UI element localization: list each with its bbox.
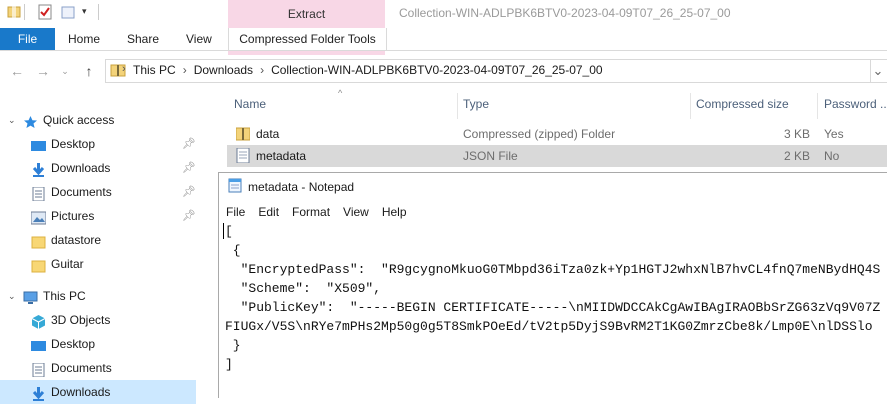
menu-help[interactable]: Help	[382, 205, 407, 219]
tab-home[interactable]: Home	[68, 28, 100, 50]
column-header-compressed-size[interactable]: Compressed size	[696, 97, 789, 111]
file-type: Compressed (zipped) Folder	[463, 127, 616, 141]
documents-icon	[31, 361, 46, 378]
folder-icon[interactable]	[6, 4, 22, 20]
chevron-down-icon[interactable]: ⌄	[8, 108, 16, 132]
notepad-text-area[interactable]: [ { "EncryptedPass": "R9gcygnoMkuoG0TMbp…	[222, 220, 887, 397]
menu-view[interactable]: View	[343, 205, 369, 219]
star-icon	[23, 113, 38, 128]
sidebar-item-this-pc[interactable]: ⌄ This PC	[0, 284, 196, 308]
new-folder-icon[interactable]	[60, 4, 76, 20]
chevron-down-icon[interactable]: ⌄	[8, 284, 16, 308]
notepad-menu-bar: File Edit Format View Help	[226, 205, 420, 219]
sidebar-item-desktop[interactable]: Desktop 📌︎	[0, 132, 196, 156]
sidebar-item-guitar[interactable]: Guitar	[0, 252, 196, 276]
folder-icon	[31, 257, 46, 273]
text-caret	[223, 223, 224, 239]
download-icon	[31, 161, 46, 177]
sidebar-item-datastore[interactable]: datastore	[0, 228, 196, 252]
file-size: 3 KB	[783, 127, 810, 141]
tab-compressed-folder-tools[interactable]: Compressed Folder Tools	[228, 28, 387, 50]
pin-icon[interactable]: 📌︎	[182, 156, 196, 180]
file-password: Yes	[824, 127, 844, 141]
breadcrumb-collection[interactable]: Collection-WIN-ADLPBK6BTV0-2023-04-09T07…	[271, 63, 603, 77]
json-file-icon	[236, 147, 250, 166]
column-header-name[interactable]: Name	[234, 97, 266, 111]
breadcrumb-chevron-icon[interactable]: ›	[122, 63, 126, 75]
properties-icon[interactable]	[37, 4, 53, 20]
breadcrumb-downloads[interactable]: Downloads	[194, 63, 253, 77]
column-header-password[interactable]: Password ...	[824, 97, 887, 111]
tab-view[interactable]: View	[186, 28, 212, 50]
menu-format[interactable]: Format	[292, 205, 330, 219]
folder-icon	[31, 233, 46, 249]
desktop-icon	[31, 337, 46, 351]
sort-ascending-icon: ^	[338, 88, 343, 98]
sidebar-item-downloads-pc[interactable]: Downloads	[0, 380, 196, 404]
divider	[24, 4, 25, 20]
breadcrumb-chevron-icon[interactable]: ›	[260, 63, 264, 77]
sidebar-item-quick-access[interactable]: ⌄ Quick access	[0, 108, 196, 132]
divider	[98, 4, 99, 20]
sidebar-item-downloads[interactable]: Downloads 📌︎	[0, 156, 196, 180]
window-title: Collection-WIN-ADLPBK6BTV0-2023-04-09T07…	[399, 6, 731, 20]
file-name: metadata	[256, 149, 307, 163]
column-divider[interactable]	[457, 93, 458, 119]
file-password: No	[824, 149, 840, 163]
zip-folder-icon	[235, 126, 251, 144]
breadcrumb: This PC › Downloads › Collection-WIN-ADLPBK6…	[133, 63, 603, 77]
breadcrumb-chevron-icon[interactable]: ›	[183, 63, 187, 77]
recent-locations-chevron-icon[interactable]: ⌄	[56, 62, 74, 80]
file-name: data	[256, 127, 280, 141]
column-header-type[interactable]: Type	[463, 97, 489, 111]
file-type: JSON File	[463, 149, 518, 163]
pin-icon[interactable]: 📌︎	[182, 180, 196, 204]
computer-icon	[23, 289, 38, 304]
pictures-icon	[30, 209, 47, 225]
notepad-content[interactable]: [ { "EncryptedPass": "R9gcygnoMkuoG0TMbp…	[225, 222, 880, 374]
documents-icon	[31, 185, 46, 202]
pin-icon[interactable]: 📌︎	[182, 204, 196, 228]
column-divider[interactable]	[690, 93, 691, 119]
notepad-icon	[228, 178, 242, 196]
forward-arrow-icon[interactable]: →	[34, 62, 52, 80]
cube-icon	[31, 313, 46, 329]
tab-share[interactable]: Share	[127, 28, 159, 50]
address-dropdown-icon[interactable]: ⌄	[869, 59, 887, 83]
customize-quick-access-icon[interactable]: ▾	[82, 6, 87, 17]
notepad-title: metadata - Notepad	[248, 180, 355, 194]
sidebar-item-desktop-pc[interactable]: Desktop	[0, 332, 196, 356]
sidebar-item-3d-objects[interactable]: 3D Objects	[0, 308, 196, 332]
sidebar-item-documents[interactable]: Documents 📌︎	[0, 180, 196, 204]
file-size: 2 KB	[783, 149, 810, 163]
desktop-icon	[31, 137, 46, 151]
back-arrow-icon[interactable]: ←	[8, 62, 26, 80]
breadcrumb-this-pc[interactable]: This PC	[133, 63, 176, 77]
sidebar-item-documents-pc[interactable]: Documents	[0, 356, 196, 380]
sidebar-item-pictures[interactable]: Pictures 📌︎	[0, 204, 196, 228]
menu-edit[interactable]: Edit	[258, 205, 279, 219]
extract-context-label: Extract	[287, 7, 326, 21]
up-arrow-icon[interactable]: ↑	[80, 62, 98, 80]
pin-icon[interactable]: 📌︎	[182, 132, 196, 156]
tab-file[interactable]: File	[0, 28, 55, 50]
column-divider[interactable]	[817, 93, 818, 119]
menu-file[interactable]: File	[226, 205, 245, 219]
